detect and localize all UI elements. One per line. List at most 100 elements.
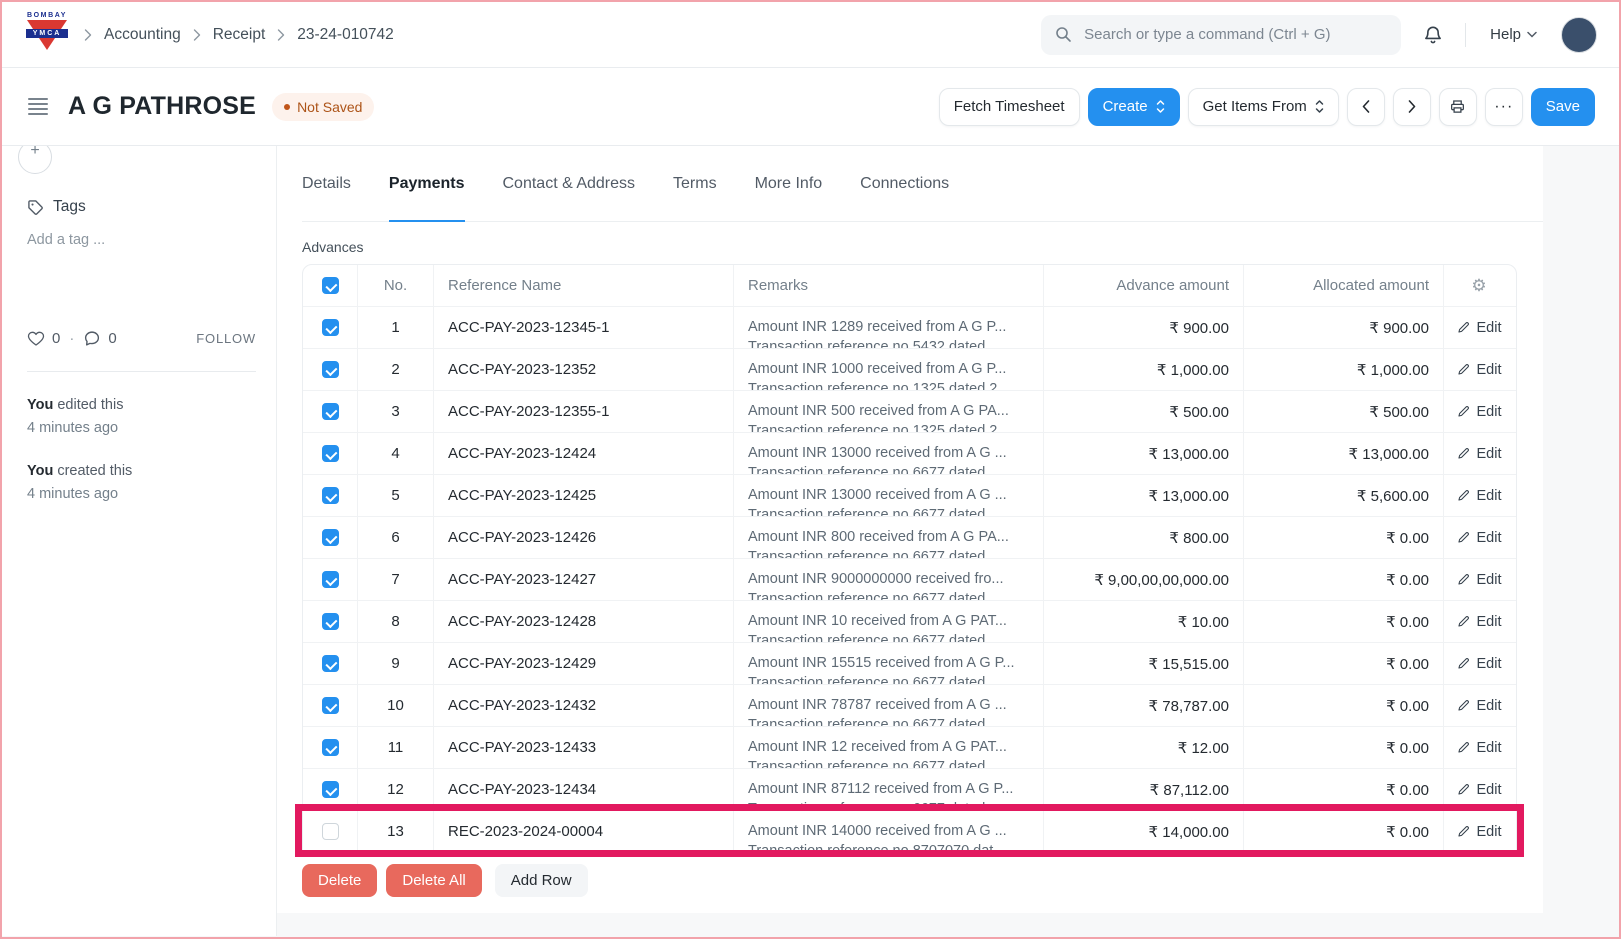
edit-row-button[interactable]: Edit <box>1451 442 1508 466</box>
remarks-cell[interactable]: Amount INR 14000 received from A G ... T… <box>734 811 1044 852</box>
assign-button[interactable]: + <box>18 146 52 174</box>
get-items-from-button[interactable]: Get Items From <box>1188 88 1339 126</box>
save-button[interactable]: Save <box>1531 88 1595 126</box>
notifications-button[interactable] <box>1419 21 1447 49</box>
reference-name-cell[interactable]: ACC-PAY-2023-12433 <box>434 727 734 768</box>
more-options-button[interactable]: ··· <box>1485 88 1523 126</box>
remarks-cell[interactable]: Amount INR 87112 received from A G P... … <box>734 769 1044 810</box>
delete-button[interactable]: Delete <box>302 864 377 897</box>
remarks-cell[interactable]: Amount INR 800 received from A G PA... T… <box>734 517 1044 558</box>
remarks-cell[interactable]: Amount INR 500 received from A G PA... T… <box>734 391 1044 432</box>
print-button[interactable] <box>1439 88 1477 126</box>
reference-name-cell[interactable]: ACC-PAY-2023-12426 <box>434 517 734 558</box>
grid-settings-gear-icon[interactable]: ⚙ <box>1471 277 1486 294</box>
reference-name-cell[interactable]: ACC-PAY-2023-12345-1 <box>434 307 734 348</box>
reference-name-cell[interactable]: ACC-PAY-2023-12428 <box>434 601 734 642</box>
advance-amount-cell[interactable]: ₹ 78,787.00 <box>1044 685 1244 726</box>
search-input[interactable] <box>1041 15 1401 55</box>
allocated-amount-cell[interactable]: ₹ 5,600.00 <box>1244 475 1444 516</box>
reference-name-cell[interactable]: ACC-PAY-2023-12429 <box>434 643 734 684</box>
row-checkbox[interactable] <box>322 529 339 546</box>
allocated-amount-cell[interactable]: ₹ 0.00 <box>1244 727 1444 768</box>
edit-row-button[interactable]: Edit <box>1451 820 1508 844</box>
like-button[interactable]: 0 <box>27 330 60 347</box>
edit-row-button[interactable]: Edit <box>1451 316 1508 340</box>
next-document-button[interactable] <box>1393 88 1431 126</box>
advance-amount-cell[interactable]: ₹ 12.00 <box>1044 727 1244 768</box>
advance-amount-cell[interactable]: ₹ 14,000.00 <box>1044 811 1244 852</box>
remarks-cell[interactable]: Amount INR 13000 received from A G ... T… <box>734 433 1044 474</box>
advance-amount-cell[interactable]: ₹ 500.00 <box>1044 391 1244 432</box>
allocated-amount-cell[interactable]: ₹ 0.00 <box>1244 601 1444 642</box>
edit-row-button[interactable]: Edit <box>1451 610 1508 634</box>
edit-row-button[interactable]: Edit <box>1451 400 1508 424</box>
allocated-amount-cell[interactable]: ₹ 900.00 <box>1244 307 1444 348</box>
row-checkbox[interactable] <box>322 823 339 840</box>
remarks-cell[interactable]: Amount INR 13000 received from A G ... T… <box>734 475 1044 516</box>
remarks-cell[interactable]: Amount INR 12 received from A G PAT... T… <box>734 727 1044 768</box>
reference-name-cell[interactable]: ACC-PAY-2023-12424 <box>434 433 734 474</box>
breadcrumb-item-2[interactable]: Receipt <box>213 26 266 44</box>
edit-row-button[interactable]: Edit <box>1451 484 1508 508</box>
allocated-amount-cell[interactable]: ₹ 500.00 <box>1244 391 1444 432</box>
allocated-amount-cell[interactable]: ₹ 0.00 <box>1244 643 1444 684</box>
row-checkbox[interactable] <box>322 613 339 630</box>
row-checkbox[interactable] <box>322 739 339 756</box>
row-checkbox[interactable] <box>322 319 339 336</box>
tab-terms[interactable]: Terms <box>673 146 717 221</box>
allocated-amount-cell[interactable]: ₹ 0.00 <box>1244 517 1444 558</box>
previous-document-button[interactable] <box>1347 88 1385 126</box>
tab-payments[interactable]: Payments <box>389 146 465 221</box>
advance-amount-cell[interactable]: ₹ 900.00 <box>1044 307 1244 348</box>
row-checkbox[interactable] <box>322 403 339 420</box>
reference-name-cell[interactable]: ACC-PAY-2023-12355-1 <box>434 391 734 432</box>
edit-row-button[interactable]: Edit <box>1451 652 1508 676</box>
add-row-button[interactable]: Add Row <box>495 864 588 897</box>
row-checkbox[interactable] <box>322 697 339 714</box>
select-all-checkbox[interactable] <box>322 277 339 294</box>
remarks-cell[interactable]: Amount INR 78787 received from A G ... T… <box>734 685 1044 726</box>
reference-name-cell[interactable]: ACC-PAY-2023-12427 <box>434 559 734 600</box>
create-button[interactable]: Create <box>1088 88 1180 126</box>
row-checkbox[interactable] <box>322 361 339 378</box>
edit-row-button[interactable]: Edit <box>1451 568 1508 592</box>
comments-button[interactable]: 0 <box>83 330 116 347</box>
remarks-cell[interactable]: Amount INR 15515 received from A G P... … <box>734 643 1044 684</box>
follow-button[interactable]: FOLLOW <box>196 331 256 346</box>
remarks-cell[interactable]: Amount INR 1289 received from A G P... T… <box>734 307 1044 348</box>
edit-row-button[interactable]: Edit <box>1451 694 1508 718</box>
bombay-ymca-logo[interactable]: BOMBAY YMCA <box>24 12 70 58</box>
user-avatar[interactable] <box>1561 17 1597 53</box>
reference-name-cell[interactable]: REC-2023-2024-00004 <box>434 811 734 852</box>
menu-icon[interactable] <box>24 94 52 119</box>
edit-row-button[interactable]: Edit <box>1451 736 1508 760</box>
allocated-amount-cell[interactable]: ₹ 0.00 <box>1244 685 1444 726</box>
advance-amount-cell[interactable]: ₹ 10.00 <box>1044 601 1244 642</box>
delete-all-button[interactable]: Delete All <box>386 864 481 897</box>
allocated-amount-cell[interactable]: ₹ 0.00 <box>1244 811 1444 852</box>
row-checkbox[interactable] <box>322 781 339 798</box>
row-checkbox[interactable] <box>322 445 339 462</box>
edit-row-button[interactable]: Edit <box>1451 358 1508 382</box>
allocated-amount-cell[interactable]: ₹ 13,000.00 <box>1244 433 1444 474</box>
edit-row-button[interactable]: Edit <box>1451 778 1508 802</box>
tab-more-info[interactable]: More Info <box>755 146 823 221</box>
add-tag-button[interactable]: Add a tag ... <box>27 232 256 248</box>
row-checkbox[interactable] <box>322 571 339 588</box>
tab-connections[interactable]: Connections <box>860 146 949 221</box>
row-checkbox[interactable] <box>322 487 339 504</box>
fetch-timesheet-button[interactable]: Fetch Timesheet <box>939 88 1080 126</box>
allocated-amount-cell[interactable]: ₹ 1,000.00 <box>1244 349 1444 390</box>
edit-row-button[interactable]: Edit <box>1451 526 1508 550</box>
tab-details[interactable]: Details <box>302 146 351 221</box>
remarks-cell[interactable]: Amount INR 10 received from A G PAT... T… <box>734 601 1044 642</box>
advance-amount-cell[interactable]: ₹ 13,000.00 <box>1044 475 1244 516</box>
row-checkbox[interactable] <box>322 655 339 672</box>
advance-amount-cell[interactable]: ₹ 9,00,00,00,000.00 <box>1044 559 1244 600</box>
search-field[interactable] <box>1082 25 1387 44</box>
remarks-cell[interactable]: Amount INR 9000000000 received fro... Tr… <box>734 559 1044 600</box>
allocated-amount-cell[interactable]: ₹ 0.00 <box>1244 769 1444 810</box>
breadcrumb-item-1[interactable]: Accounting <box>104 26 181 44</box>
reference-name-cell[interactable]: ACC-PAY-2023-12352 <box>434 349 734 390</box>
advance-amount-cell[interactable]: ₹ 800.00 <box>1044 517 1244 558</box>
